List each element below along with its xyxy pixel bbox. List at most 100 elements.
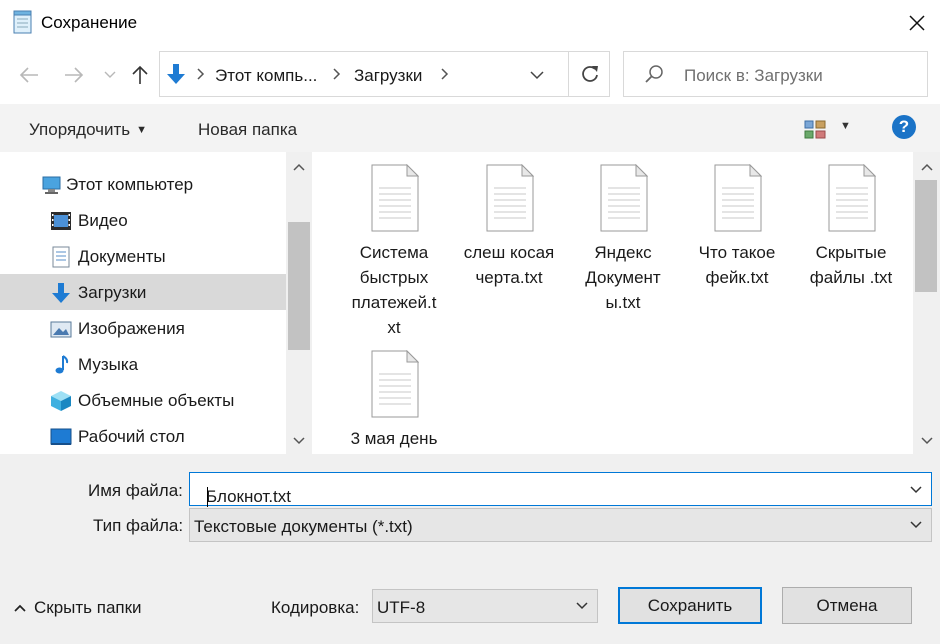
chevron-up-icon xyxy=(14,604,26,612)
recent-locations-button[interactable] xyxy=(99,64,121,86)
sidebar-item-pictures[interactable]: Изображения xyxy=(0,310,286,346)
sidebar-item-label: Видео xyxy=(78,211,128,230)
3d-objects-icon xyxy=(51,391,71,411)
file-name-line: черта.txt xyxy=(475,268,543,287)
encoding-value: UTF-8 xyxy=(377,598,426,617)
filename-label: Имя файла: xyxy=(88,481,183,500)
chevron-down-icon xyxy=(104,71,116,78)
arrow-left-icon xyxy=(19,67,38,83)
filetype-label: Тип файла: xyxy=(93,516,184,535)
chevron-down-icon[interactable] xyxy=(909,483,923,497)
file-name-line: быстрых xyxy=(359,268,429,287)
address-history-dropdown-icon[interactable] xyxy=(528,66,546,84)
sidebar-item-label: Загрузки xyxy=(78,283,147,302)
arrow-up-icon xyxy=(132,65,148,84)
sidebar-item-documents[interactable]: Документы xyxy=(0,238,286,274)
documents-icon xyxy=(52,246,70,268)
text-file-icon xyxy=(714,164,762,232)
hide-folders-label: Скрыть папки xyxy=(34,598,142,617)
scroll-down-button[interactable] xyxy=(286,430,312,452)
sidebar-item-video[interactable]: Видео xyxy=(0,202,286,238)
command-bar: Упорядочить ▼ Новая папка ▼ xyxy=(0,104,940,152)
sidebar-item-label: Документы xyxy=(78,247,166,266)
text-file-icon xyxy=(600,164,648,232)
file-name-line: файлы .txt xyxy=(809,268,893,287)
chevron-down-icon xyxy=(293,437,305,445)
hide-folders-button[interactable]: Скрыть папки xyxy=(14,598,142,618)
breadcrumb-separator-icon xyxy=(197,68,205,80)
breadcrumb-separator-icon xyxy=(441,68,449,80)
new-folder-button[interactable]: Новая папка xyxy=(198,120,297,140)
chevron-down-icon xyxy=(920,437,933,445)
scroll-up-button[interactable] xyxy=(913,156,940,178)
chevron-up-icon xyxy=(920,163,933,171)
chevron-down-icon xyxy=(576,602,588,610)
sidebar-item-music[interactable]: Музыка xyxy=(0,346,286,382)
up-button[interactable] xyxy=(129,64,151,86)
file-list: Система быстрых платежей.t xt слеш косая… xyxy=(315,152,913,454)
text-caret xyxy=(207,487,208,507)
file-name: Система быстрых платежей.t xt xyxy=(337,240,451,340)
file-name-line: xt xyxy=(387,318,401,337)
refresh-button[interactable] xyxy=(569,52,610,96)
file-name-line: Скрытые xyxy=(815,243,887,262)
file-name-line: ы.txt xyxy=(605,293,641,312)
search-icon xyxy=(645,65,663,83)
navigation-pane: Этот компьютер Видео Документы Загрузки xyxy=(0,152,312,454)
text-file-icon xyxy=(371,350,419,418)
save-button[interactable]: Сохранить xyxy=(618,587,762,624)
desktop-icon xyxy=(50,428,72,445)
file-name-line: платежей.t xyxy=(351,293,437,312)
close-button[interactable] xyxy=(894,0,940,46)
search-box[interactable]: Поиск в: Загрузки xyxy=(623,51,928,97)
chevron-up-icon xyxy=(293,163,305,171)
breadcrumb-separator-icon xyxy=(333,68,341,80)
breadcrumb-downloads[interactable]: Загрузки xyxy=(354,66,422,86)
encoding-select[interactable]: UTF-8 xyxy=(372,589,598,623)
cancel-button[interactable]: Отмена xyxy=(782,587,912,624)
address-bar[interactable]: Этот компь... Загрузки xyxy=(159,51,610,97)
file-name-line: Система xyxy=(359,243,429,262)
download-icon xyxy=(167,64,185,84)
sidebar-item-this-pc[interactable]: Этот компьютер xyxy=(0,166,286,202)
view-options-icon[interactable] xyxy=(804,118,826,140)
encoding-label: Кодировка: xyxy=(271,598,360,617)
scrollbar-thumb[interactable] xyxy=(288,222,310,350)
file-name-line: 3 мая день xyxy=(350,429,438,448)
file-name-line: слеш косая xyxy=(463,243,555,262)
text-file-icon xyxy=(486,164,534,232)
sidebar-item-3d-objects[interactable]: Объемные объекты xyxy=(0,382,286,418)
music-icon xyxy=(55,355,69,374)
arrow-right-icon xyxy=(65,67,84,83)
title-bar: Сохранение xyxy=(0,0,940,46)
help-button[interactable]: ? xyxy=(892,115,916,139)
scroll-up-button[interactable] xyxy=(286,156,312,178)
organize-menu-button[interactable]: Упорядочить ▼ xyxy=(29,120,147,140)
filetype-select[interactable]: Текстовые документы (*.txt) xyxy=(189,508,932,542)
chevron-down-icon xyxy=(910,521,922,529)
search-input[interactable]: Поиск в: Загрузки xyxy=(684,66,823,86)
sidebar-item-label: Этот компьютер xyxy=(66,175,194,194)
scroll-down-button[interactable] xyxy=(913,430,940,452)
sidebar-item-downloads[interactable]: Загрузки xyxy=(0,274,286,310)
file-name: 3 мая день xyxy=(337,426,451,451)
window-title: Сохранение xyxy=(41,13,138,32)
computer-icon xyxy=(42,176,61,194)
file-name: Скрытые файлы .txt xyxy=(794,240,908,290)
sidebar-item-desktop[interactable]: Рабочий стол xyxy=(0,418,286,454)
forward-button[interactable] xyxy=(63,64,85,86)
sidebar-scrollbar[interactable] xyxy=(286,152,312,454)
filename-input[interactable]: Блокнот.txt xyxy=(189,472,932,507)
dropdown-arrow-icon: ▼ xyxy=(136,124,148,136)
file-name-line: фейк.txt xyxy=(705,268,769,287)
scrollbar-thumb[interactable] xyxy=(915,180,937,292)
sidebar-item-label: Рабочий стол xyxy=(78,427,185,446)
organize-label: Упорядочить xyxy=(29,120,131,139)
downloads-icon xyxy=(52,283,70,303)
file-list-scrollbar[interactable] xyxy=(913,152,940,454)
video-icon xyxy=(51,212,71,230)
breadcrumb-this-pc[interactable]: Этот компь... xyxy=(215,66,317,86)
view-options-dropdown-icon[interactable]: ▼ xyxy=(840,120,851,132)
back-button[interactable] xyxy=(18,64,40,86)
filename-text: Блокнот.txt xyxy=(206,487,292,506)
